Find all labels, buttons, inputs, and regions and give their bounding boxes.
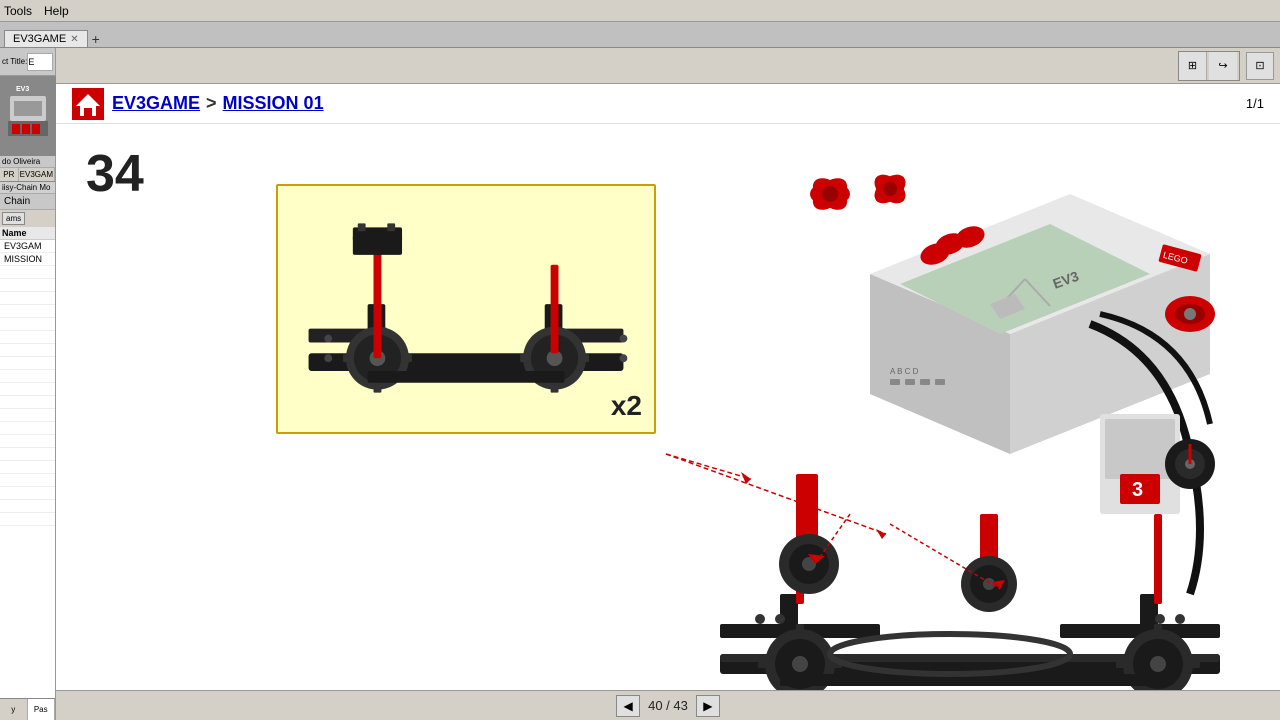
menu-help[interactable]: Help: [44, 4, 69, 18]
left-tab-row: PR EV3GAM: [0, 168, 55, 182]
tree-item-empty-10: [0, 383, 55, 396]
project-title-label: ct Title:: [2, 57, 27, 66]
tab-bar: EV3GAME ✕ +: [0, 22, 1280, 48]
tree-item-empty-13: [0, 422, 55, 435]
parts-box: x2: [276, 184, 656, 434]
tree-item-empty-16: [0, 461, 55, 474]
project-title-input[interactable]: [27, 53, 53, 71]
tree-item-empty-3: [0, 292, 55, 305]
robot-image: EV3 LEGO A B C D: [670, 174, 1250, 690]
tab-ev3game[interactable]: EV3GAME ✕: [4, 30, 88, 47]
tree-item-ev3gam[interactable]: EV3GAM: [0, 240, 55, 253]
tree-header: Name: [0, 227, 55, 240]
new-tab-button[interactable]: +: [88, 31, 104, 47]
home-icon: [74, 90, 102, 118]
tree-item-empty-11: [0, 396, 55, 409]
tree-item-empty-20: [0, 513, 55, 526]
tree-item-empty-2: [0, 279, 55, 292]
tree-item-empty-1: [0, 266, 55, 279]
step-number: 34: [86, 144, 144, 204]
toolbar-group-1: ⊞ ↪: [1178, 51, 1240, 81]
breadcrumb-mission[interactable]: MISSION 01: [223, 93, 324, 114]
nav-page-info: 40 / 43: [648, 698, 688, 713]
left-tab-pr[interactable]: PR: [0, 168, 19, 181]
robot-svg: EV3 LEGO A B C D: [670, 174, 1250, 690]
tree-item-empty-15: [0, 448, 55, 461]
parts-svg: [278, 186, 654, 432]
content-area: ⊞ ↪ ⊡ EV3GAME > MISSION 01 1/1 34: [56, 48, 1280, 720]
tree-item-empty-9: [0, 370, 55, 383]
tree-item-empty-8: [0, 357, 55, 370]
chain-label: Chain: [0, 194, 55, 210]
step-area: 34: [56, 124, 1280, 690]
main-area: ct Title: EV3 do Oliveira PR EV3GAM: [0, 48, 1280, 720]
tree-item-mission[interactable]: MISSION: [0, 253, 55, 266]
content-toolbar: ⊞ ↪ ⊡: [56, 48, 1280, 84]
breadcrumb-bar: EV3GAME > MISSION 01 1/1: [56, 84, 1280, 124]
nav-next-icon: ▶: [703, 699, 712, 713]
tree-item-empty-18: [0, 487, 55, 500]
project-title-row: ct Title:: [0, 48, 55, 76]
tree-item-empty-7: [0, 344, 55, 357]
thumbnail-area: EV3: [0, 76, 56, 156]
toolbar-btn-3[interactable]: ⊡: [1246, 52, 1274, 80]
author-label: do Oliveira: [0, 156, 55, 168]
tab-label: EV3GAME: [13, 33, 66, 45]
tree-item-empty-4: [0, 305, 55, 318]
ams-button[interactable]: ams: [2, 212, 25, 225]
left-panel: ct Title: EV3 do Oliveira PR EV3GAM: [0, 48, 56, 720]
btn-row: ams: [0, 210, 55, 227]
navigation-bar: ◀ 40 / 43 ▶: [56, 690, 1280, 720]
tree-item-empty-5: [0, 318, 55, 331]
page-indicator-top: 1/1: [1246, 96, 1264, 111]
bottom-tab-copy[interactable]: y: [0, 699, 28, 720]
breadcrumb-separator: >: [206, 93, 217, 114]
breadcrumb-ev3game[interactable]: EV3GAME: [112, 93, 200, 114]
tab-close-icon[interactable]: ✕: [70, 34, 78, 45]
thumbnail-svg: EV3: [0, 76, 56, 156]
tree-item-empty-19: [0, 500, 55, 513]
left-tab-ev3gam[interactable]: EV3GAM: [19, 168, 55, 181]
toolbar-btn-2[interactable]: ↪: [1209, 52, 1237, 80]
daisy-chain-label: iisy-Chain Mo: [0, 182, 55, 194]
nav-prev-button[interactable]: ◀: [616, 695, 640, 717]
menu-tools[interactable]: Tools: [4, 4, 32, 18]
tree-area: EV3GAM MISSION: [0, 240, 55, 698]
nav-next-button[interactable]: ▶: [696, 695, 720, 717]
nav-prev-icon: ◀: [623, 699, 632, 713]
home-icon-box[interactable]: [72, 88, 104, 120]
tree-item-empty-17: [0, 474, 55, 487]
x2-label: x2: [611, 390, 642, 422]
svg-text:EV3: EV3: [16, 86, 29, 93]
tree-item-empty-12: [0, 409, 55, 422]
svg-text:3: 3: [1132, 479, 1143, 501]
svg-text:A B C D: A B C D: [890, 367, 919, 376]
bottom-tabs: y Pas: [0, 698, 55, 720]
bottom-tab-paste[interactable]: Pas: [28, 699, 56, 720]
toolbar-btn-1[interactable]: ⊞: [1179, 52, 1207, 80]
menu-bar: Tools Help: [0, 0, 1280, 22]
tree-item-empty-6: [0, 331, 55, 344]
tree-item-empty-14: [0, 435, 55, 448]
